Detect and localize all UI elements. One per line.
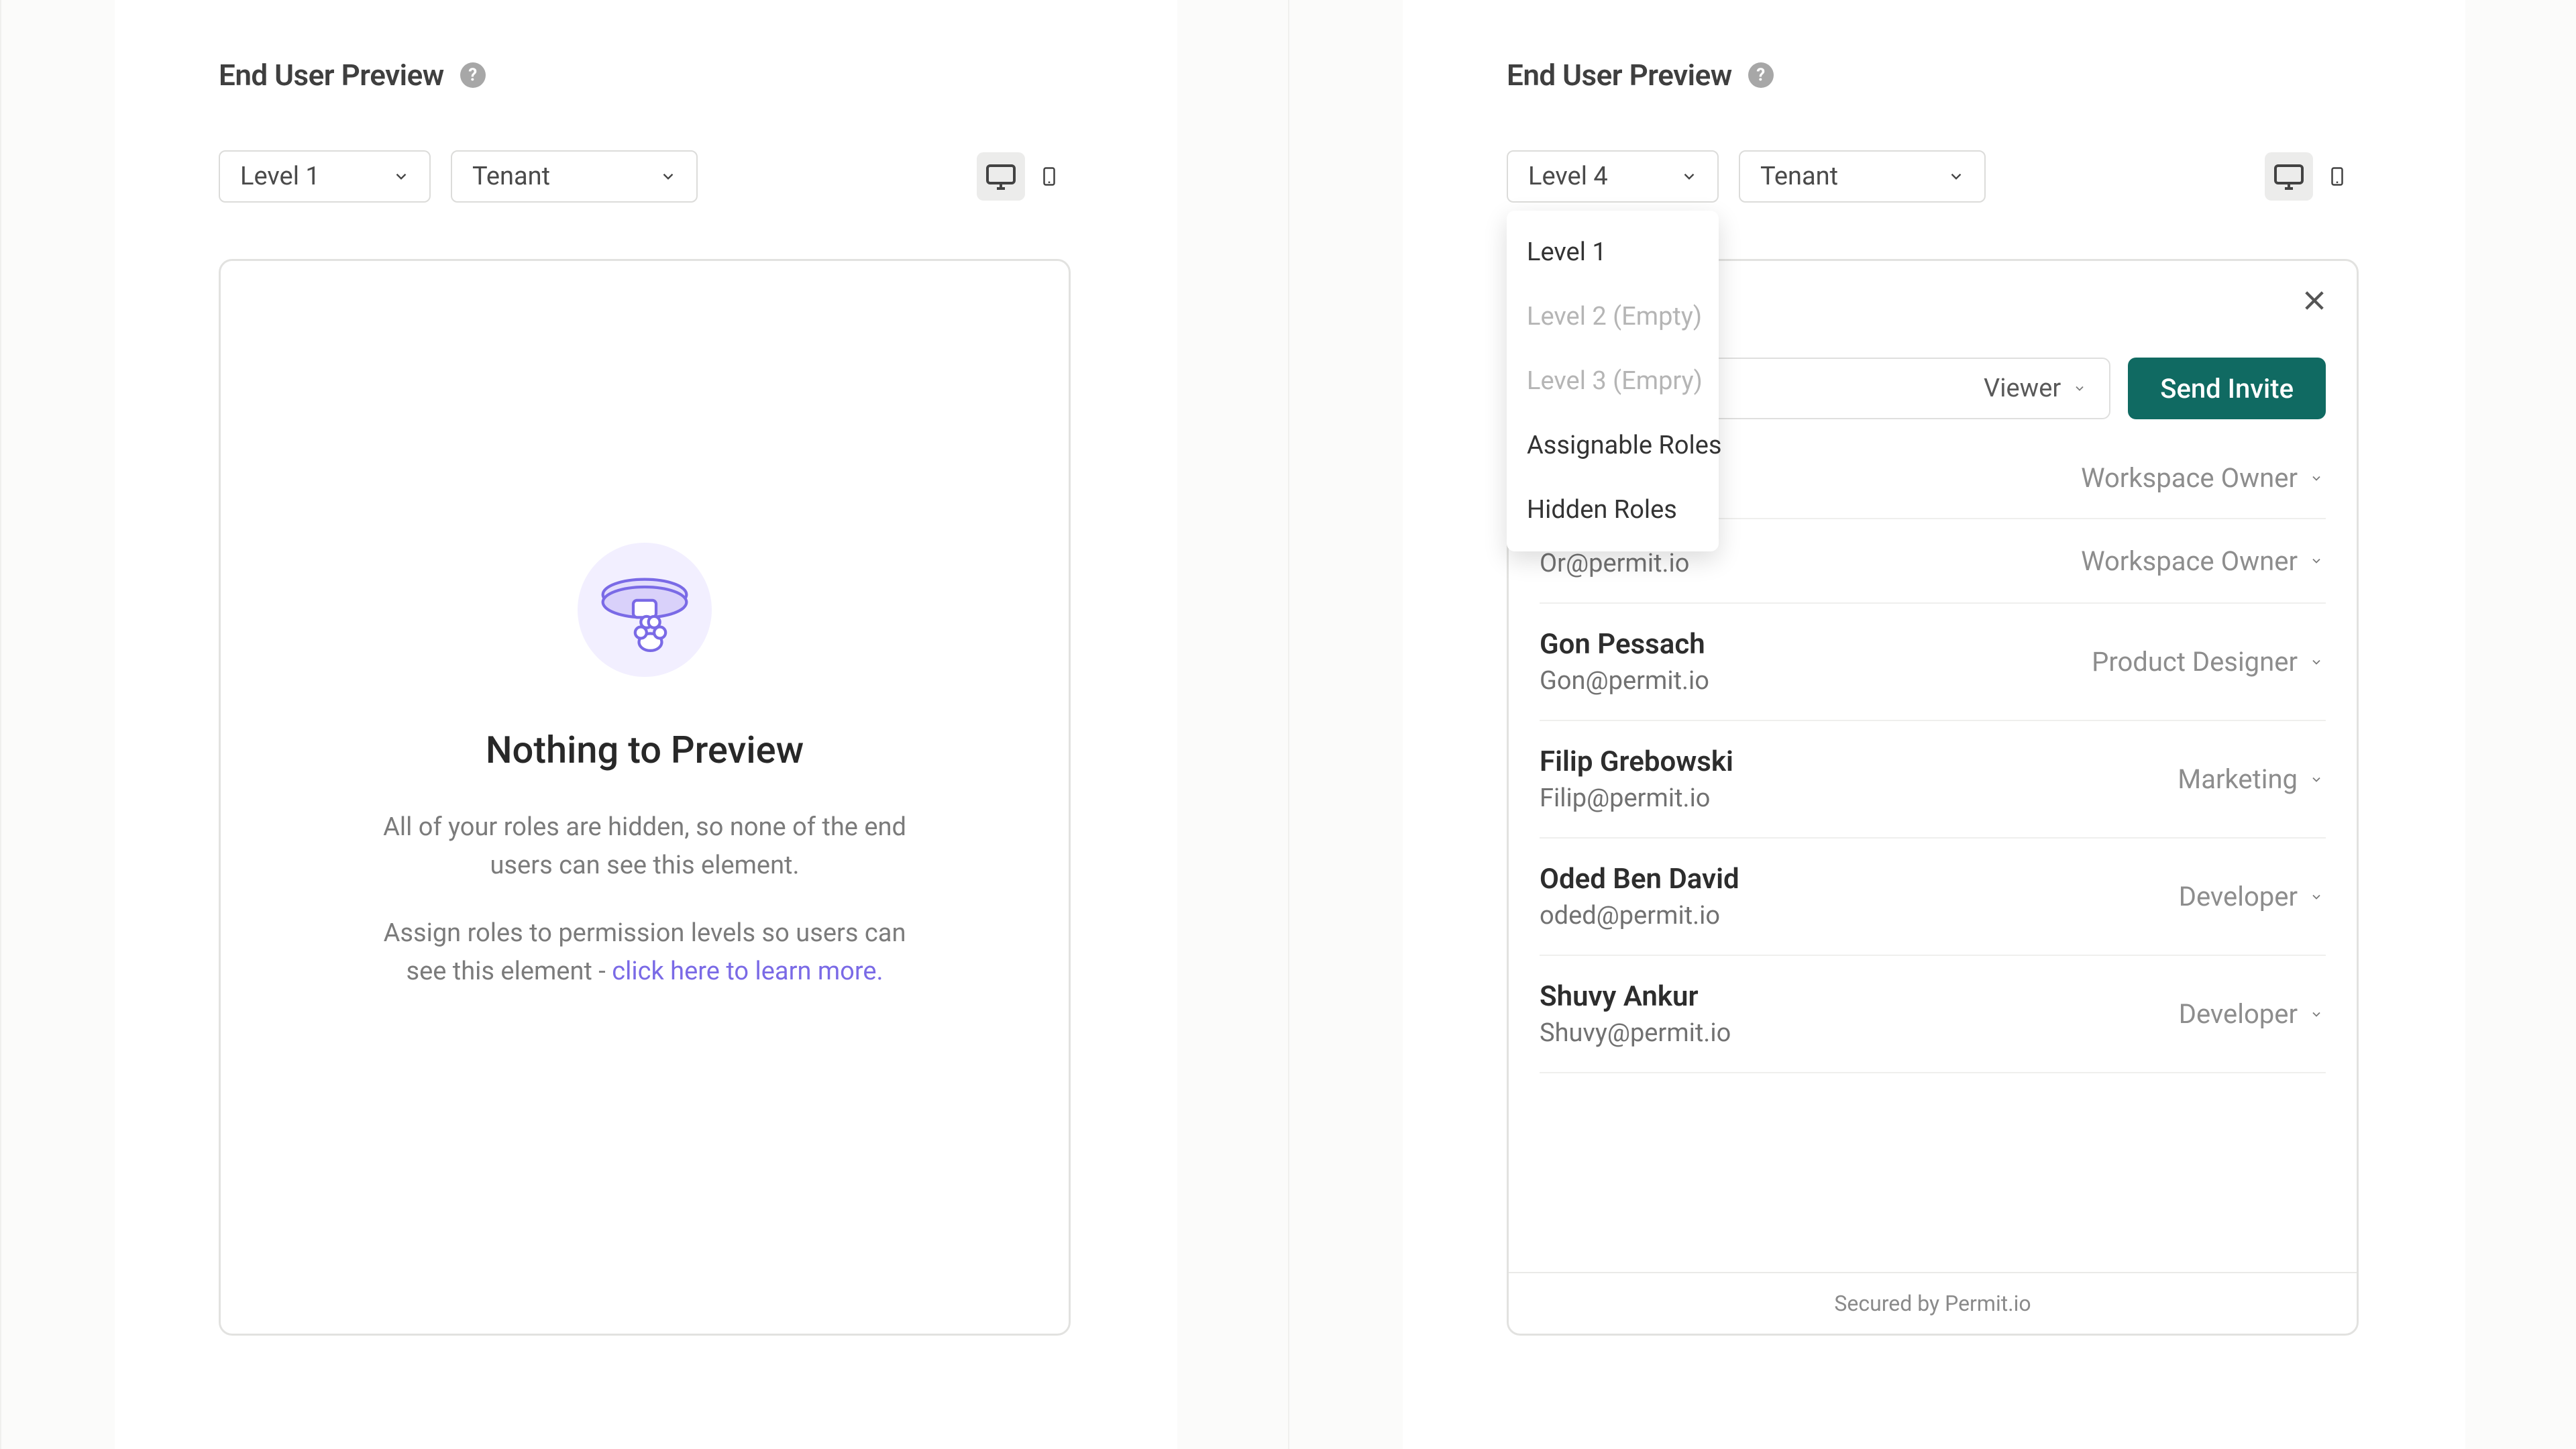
level-option: Level 3 (Empry) — [1507, 349, 1719, 413]
level-option: Level 2 (Empty) — [1507, 284, 1719, 349]
empty-description-1: All of your roles are hidden, so none of… — [383, 808, 906, 885]
chevron-down-icon — [2307, 469, 2326, 488]
empty-heading: Nothing to Preview — [383, 728, 906, 772]
user-name: Filip Grebowski — [1540, 745, 1733, 778]
user-role-select[interactable]: Marketing — [2178, 763, 2326, 795]
help-icon[interactable]: ? — [1748, 62, 1774, 88]
chevron-down-icon — [1947, 167, 1966, 186]
user-name: Gon Pessach — [1540, 628, 1709, 661]
chevron-down-icon — [659, 167, 678, 186]
close-button[interactable] — [2300, 286, 2328, 315]
chevron-down-icon — [2307, 653, 2326, 672]
empty-description-2: Assign roles to permission levels so use… — [383, 914, 906, 991]
help-icon[interactable]: ? — [460, 62, 486, 88]
user-role-value: Developer — [2179, 881, 2298, 912]
user-row: Oded Ben David oded@permit.io Developer — [1540, 839, 2326, 956]
user-email: Gon@permit.io — [1540, 666, 1709, 696]
level-option[interactable]: Hidden Roles — [1507, 478, 1719, 542]
secured-footer: Secured by Permit.io — [1509, 1272, 2357, 1334]
page-title: End User Preview — [219, 58, 444, 93]
level-option[interactable]: Assignable Roles — [1507, 413, 1719, 478]
tenant-select[interactable]: Tenant — [1739, 150, 1986, 203]
desktop-view-button[interactable] — [977, 152, 1025, 201]
user-name: Shuvy Ankur — [1540, 980, 1731, 1013]
user-email: oded@permit.io — [1540, 901, 1739, 930]
invite-role-value: Viewer — [1984, 374, 2061, 403]
user-email: Shuvy@permit.io — [1540, 1018, 1731, 1048]
level-select[interactable]: Level 4 — [1507, 150, 1719, 203]
device-toggle — [2265, 152, 2361, 201]
user-name: Oded Ben David — [1540, 863, 1739, 896]
user-row: Gon Pessach Gon@permit.io Product Design… — [1540, 604, 2326, 721]
user-row: Shuvy Ankur Shuvy@permit.io Developer — [1540, 956, 2326, 1073]
level-select-value: Level 1 — [240, 162, 320, 191]
level-select-value: Level 4 — [1528, 162, 1608, 191]
user-role-value: Workspace Owner — [2081, 545, 2298, 577]
chevron-down-icon — [1680, 167, 1699, 186]
send-invite-button[interactable]: Send Invite — [2128, 358, 2326, 419]
user-role-select[interactable]: Workspace Owner — [2081, 545, 2326, 577]
mobile-view-button[interactable] — [2313, 152, 2361, 201]
device-toggle — [977, 152, 1073, 201]
empty-collar-icon — [578, 543, 712, 677]
tenant-select[interactable]: Tenant — [451, 150, 698, 203]
preview-frame: Nothing to Preview All of your roles are… — [219, 259, 1071, 1336]
mobile-view-button[interactable] — [1025, 152, 1073, 201]
user-role-select[interactable]: Developer — [2179, 881, 2326, 912]
user-email: Filip@permit.io — [1540, 784, 1733, 813]
user-role-select[interactable]: Developer — [2179, 998, 2326, 1030]
level-dropdown: Level 1 Level 2 (Empty) Level 3 (Empry) … — [1507, 211, 1719, 551]
learn-more-link[interactable]: click here to learn more. — [612, 957, 883, 986]
chevron-down-icon — [2307, 551, 2326, 570]
user-role-value: Product Designer — [2092, 646, 2298, 678]
page-title: End User Preview — [1507, 58, 1732, 93]
level-select[interactable]: Level 1 — [219, 150, 431, 203]
user-row: Filip Grebowski Filip@permit.io Marketin… — [1540, 721, 2326, 839]
user-role-select[interactable]: Product Designer — [2092, 646, 2326, 678]
chevron-down-icon — [2307, 770, 2326, 789]
desktop-view-button[interactable] — [2265, 152, 2313, 201]
user-email: Or@permit.io — [1540, 549, 1689, 578]
chevron-down-icon — [2307, 1005, 2326, 1024]
user-role-select[interactable]: Workspace Owner — [2081, 462, 2326, 494]
user-role-value: Marketing — [2178, 763, 2298, 795]
chevron-down-icon — [392, 167, 411, 186]
level-option[interactable]: Level 1 — [1507, 220, 1719, 284]
user-role-value: Workspace Owner — [2081, 462, 2298, 494]
chevron-down-icon — [2070, 379, 2089, 398]
tenant-select-value: Tenant — [1760, 162, 1838, 191]
user-role-value: Developer — [2179, 998, 2298, 1030]
tenant-select-value: Tenant — [472, 162, 550, 191]
invite-role-select[interactable]: Viewer — [1984, 374, 2089, 403]
chevron-down-icon — [2307, 888, 2326, 906]
